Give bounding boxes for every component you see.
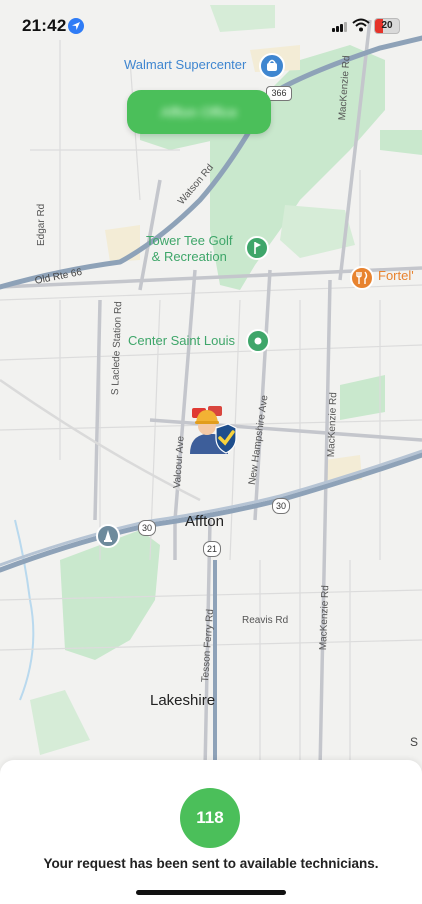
request-status-sheet: 118 Your request has been sent to availa…	[0, 760, 422, 904]
monument-icon[interactable]	[96, 524, 120, 548]
battery-icon: 20	[374, 18, 400, 34]
app-screen: Walmart Supercenter 366 Affton Office Ma…	[0, 0, 422, 904]
home-indicator[interactable]	[136, 890, 286, 895]
poi-tower-tee-line2: & Recreation	[151, 249, 227, 264]
cellular-signal-icon	[332, 22, 347, 32]
place-lakeshire-label[interactable]: Lakeshire	[150, 692, 215, 709]
center-pin-icon[interactable]	[246, 329, 270, 353]
poi-fortel-label[interactable]: Fortel'	[378, 268, 414, 283]
map-edge-label: S	[410, 735, 419, 749]
poi-tower-tee-line1: Tower Tee Golf	[146, 233, 233, 248]
countdown-counter: 118	[180, 788, 240, 848]
battery-level-text: 20	[381, 20, 393, 31]
status-bar: 21:42 20	[0, 0, 422, 48]
street-mackenzie-mid: MacKenzie Rd	[326, 392, 340, 458]
route-shield-30-west: 30	[138, 520, 156, 536]
technician-shield-icon[interactable]	[184, 402, 238, 461]
street-edgar-road: Edgar Rd	[36, 203, 47, 246]
wifi-icon	[352, 18, 370, 37]
poi-center-st-louis-label[interactable]: Center Saint Louis	[128, 333, 235, 348]
poi-walmart-label[interactable]: Walmart Supercenter	[124, 57, 246, 72]
request-sent-message: Your request has been sent to available …	[43, 856, 379, 871]
route-shield-21: 21	[203, 541, 221, 557]
location-arrow-icon	[68, 18, 84, 34]
poi-fortel-icon[interactable]	[350, 266, 374, 290]
walmart-bag-icon[interactable]	[259, 53, 285, 79]
street-mackenzie-south: MacKenzie Rd	[318, 585, 332, 651]
office-location-badge[interactable]: Affton Office	[127, 90, 271, 134]
route-shield-30-east: 30	[272, 498, 290, 514]
place-affton-label[interactable]: Affton	[185, 513, 224, 530]
street-reavis-road: Reavis Rd	[242, 615, 289, 626]
status-time: 21:42	[22, 16, 67, 35]
poi-tower-tee-label[interactable]: Tower Tee Golf & Recreation	[146, 233, 232, 265]
office-badge-label: Affton Office	[160, 104, 238, 120]
golf-flag-icon[interactable]	[245, 236, 269, 260]
